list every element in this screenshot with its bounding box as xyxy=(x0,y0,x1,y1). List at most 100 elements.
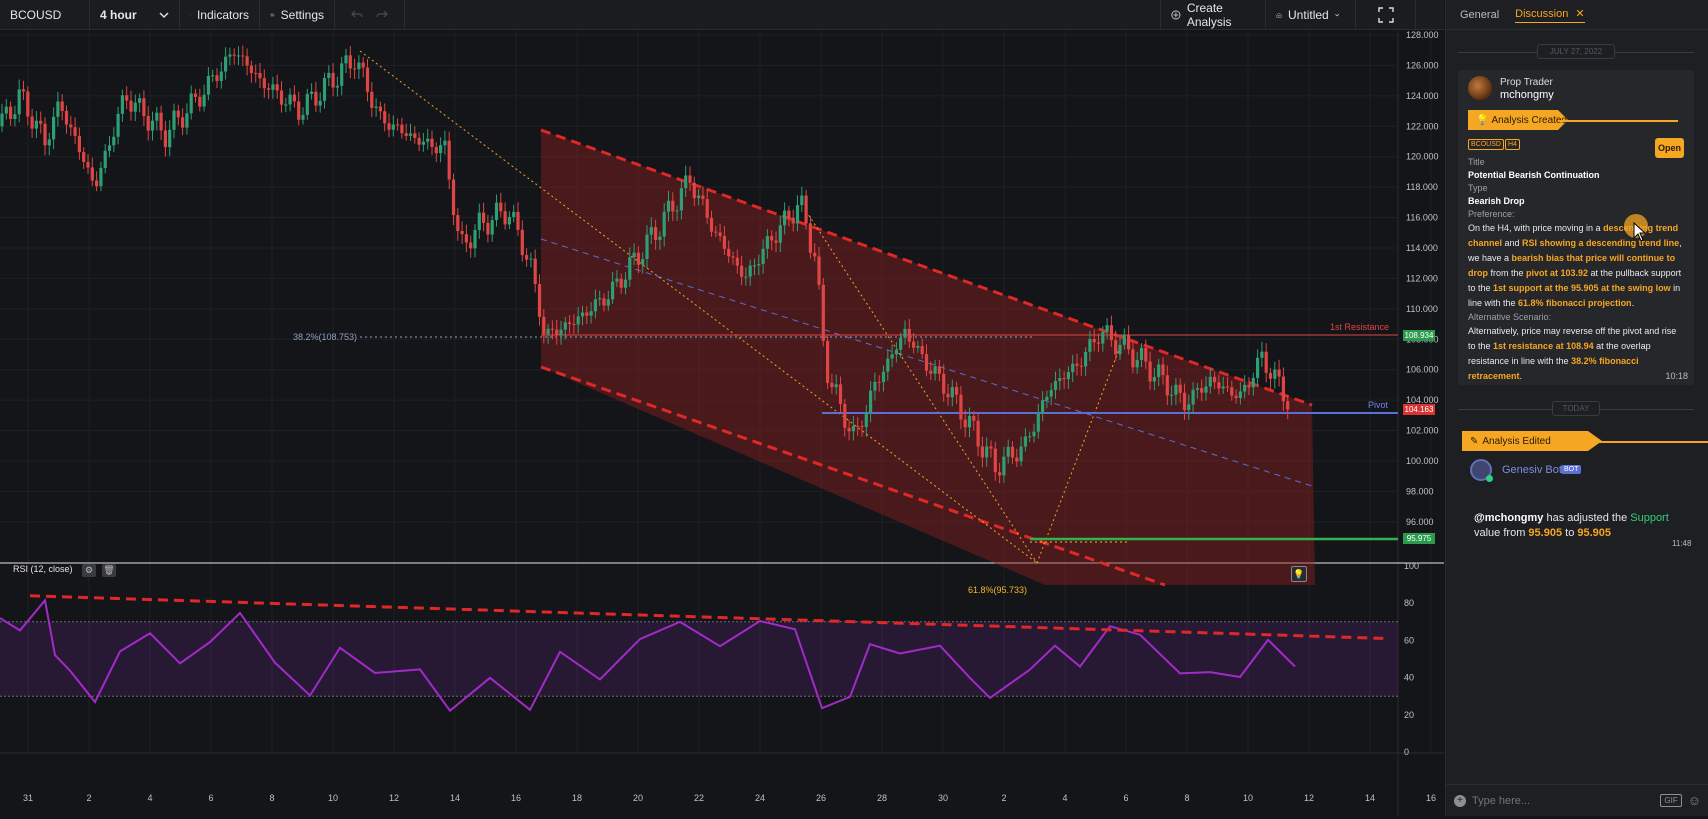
candle-body xyxy=(1191,389,1195,405)
tab-general[interactable]: General xyxy=(1460,9,1499,21)
bot-name[interactable]: Genesiv Bot xyxy=(1502,464,1562,476)
banner-line xyxy=(1586,441,1708,443)
candle-body xyxy=(249,65,253,73)
symbol-tag: BCOUSD xyxy=(1468,139,1504,150)
candle-body xyxy=(993,448,997,473)
candle-body xyxy=(482,212,486,223)
candle-body xyxy=(525,255,529,260)
candle-body xyxy=(1251,377,1255,388)
candle-body xyxy=(396,124,400,126)
price-chart[interactable]: 128.000 126.000 124.000 122.000 120.000 118.0… xyxy=(0,30,1680,816)
candle-body xyxy=(279,90,284,105)
author-name[interactable]: mchongmy xyxy=(1500,89,1554,101)
candle-body xyxy=(297,101,301,120)
candle-body xyxy=(168,129,172,148)
discussion-sidebar: General Discussion ✕ JULY 27, 2022 Prop … xyxy=(1445,0,1708,816)
candle-body xyxy=(1028,436,1032,438)
title-label: Title xyxy=(1468,157,1485,167)
candle-body xyxy=(856,425,860,427)
candle-body xyxy=(443,140,447,146)
candle-body xyxy=(254,72,258,74)
analysis-edited-banner: ✎ Analysis Edited xyxy=(1462,431,1602,451)
type-value: Bearish Drop xyxy=(1468,196,1525,206)
message-time: 11:48 xyxy=(1672,539,1692,548)
candle-body xyxy=(1178,384,1182,393)
candle-body xyxy=(219,71,223,82)
candle-body xyxy=(1273,369,1277,379)
mention[interactable]: @mchongmy xyxy=(1474,512,1543,524)
author-role: Prop Trader xyxy=(1500,77,1553,88)
plus-circle-icon xyxy=(1171,10,1181,20)
chart-area[interactable]: 128.000 126.000 124.000 122.000 120.000 118.0… xyxy=(0,30,1680,816)
layout-select[interactable]: Untitled xyxy=(1266,0,1356,30)
undo-icon[interactable] xyxy=(351,10,363,20)
candle-body xyxy=(9,106,13,119)
candle-body xyxy=(1174,384,1178,395)
emoji-icon[interactable]: ☺ xyxy=(1688,793,1701,808)
fib-618-label: 61.8%(95.733) xyxy=(968,585,1028,595)
candle-body xyxy=(877,381,881,383)
redo-icon[interactable] xyxy=(376,10,388,20)
date-tick-label: 31 xyxy=(23,793,33,803)
online-dot xyxy=(1486,475,1493,482)
resistance-value-tag: 108.934 xyxy=(1403,330,1435,341)
candle-body xyxy=(421,141,425,145)
candle-body xyxy=(1187,404,1191,411)
settings-button[interactable]: Settings xyxy=(260,0,335,30)
open-button[interactable]: Open xyxy=(1655,138,1684,158)
fullscreen-button[interactable] xyxy=(1356,0,1416,30)
candle-body xyxy=(1053,380,1058,390)
candle-body xyxy=(744,276,748,278)
candle-body xyxy=(327,72,331,78)
gif-button[interactable]: GIF xyxy=(1660,794,1682,807)
date-tick-label: 24 xyxy=(755,793,765,803)
candle-body xyxy=(838,384,843,404)
candle-body xyxy=(550,328,554,330)
candle-body xyxy=(576,316,580,325)
candle-body xyxy=(1182,392,1187,411)
candle-body xyxy=(370,91,374,108)
symbol-selector[interactable]: BCOUSD xyxy=(0,0,90,30)
lightbulb-icon: 💡 xyxy=(1476,114,1489,126)
candle-body xyxy=(907,328,911,342)
candle-body xyxy=(1277,369,1281,377)
rsi-settings-icon[interactable]: ⚙ xyxy=(82,564,96,577)
pivot-label: Pivot xyxy=(1368,400,1389,410)
lightbulb-icon[interactable]: 💡 xyxy=(1291,566,1307,582)
interval-select[interactable]: 4 hour xyxy=(90,0,180,30)
rsi-tick-label: 100 xyxy=(1404,561,1419,571)
candle-body xyxy=(34,120,38,129)
candle-body xyxy=(365,67,370,92)
fib-382-label: 38.2%(108.753) xyxy=(293,332,358,342)
candle-body xyxy=(103,150,107,168)
create-analysis-button[interactable]: Create Analysis xyxy=(1160,0,1266,30)
price-tick-label: 96.000 xyxy=(1406,517,1434,527)
add-icon[interactable]: + xyxy=(1454,794,1466,807)
price-tick-label: 118.000 xyxy=(1406,182,1438,192)
rsi-delete-icon[interactable]: 🗑 xyxy=(102,564,116,577)
candle-body xyxy=(1023,436,1027,447)
indicators-button[interactable]: Indicators xyxy=(180,0,260,30)
candle-body xyxy=(1195,388,1199,390)
tab-discussion[interactable]: Discussion ✕ xyxy=(1515,7,1585,23)
candle-body xyxy=(383,111,387,124)
candle-body xyxy=(271,84,275,90)
candle-body xyxy=(340,63,344,86)
candle-body xyxy=(791,217,795,224)
close-icon[interactable]: ✕ xyxy=(1575,8,1584,20)
analysis-card: Prop Trader mchongmy 💡 Analysis Created … xyxy=(1458,70,1694,385)
candle-body xyxy=(1161,364,1165,376)
candle-body xyxy=(946,393,950,398)
candle-body xyxy=(1019,446,1023,462)
candle-body xyxy=(740,265,744,277)
candle-body xyxy=(1286,401,1290,410)
candle-body xyxy=(473,229,477,249)
candle-body xyxy=(727,248,731,257)
candle-body xyxy=(1200,388,1204,393)
candle-body xyxy=(860,426,864,428)
preference-label: Preference: xyxy=(1468,209,1515,219)
message-input[interactable] xyxy=(1472,794,1661,807)
candle-body xyxy=(120,95,124,114)
price-tick-label: 114.000 xyxy=(1406,243,1438,253)
candle-body xyxy=(542,316,546,335)
